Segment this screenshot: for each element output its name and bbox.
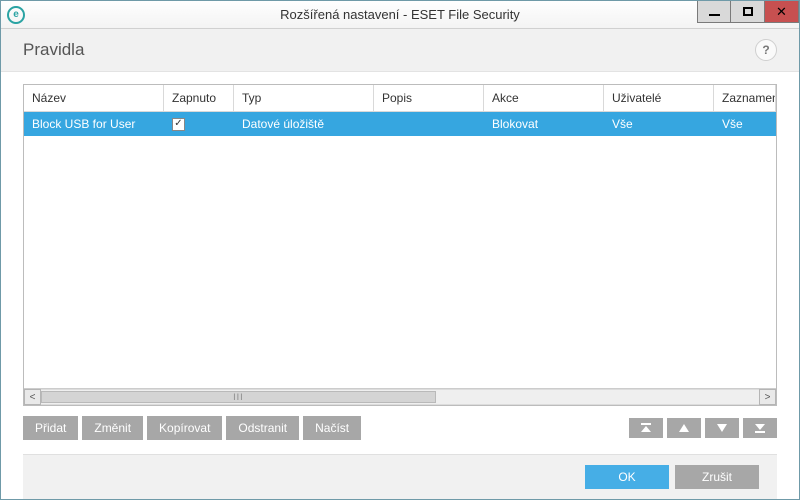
move-top-button[interactable]	[629, 418, 663, 438]
move-bottom-icon	[754, 423, 766, 433]
copy-button[interactable]: Kopírovat	[147, 416, 222, 440]
cell-type: Datové úložiště	[234, 117, 374, 131]
cell-name: Block USB for User	[24, 117, 164, 131]
delete-button[interactable]: Odstranit	[226, 416, 299, 440]
toolbar: Přidat Změnit Kopírovat Odstranit Načíst	[23, 406, 777, 440]
scroll-track[interactable]: III	[41, 389, 759, 405]
cell-action: Blokovat	[484, 117, 604, 131]
horizontal-scrollbar: < III >	[24, 388, 776, 405]
window-title: Rozšířená nastavení - ESET File Security	[1, 7, 799, 22]
app-icon: e	[7, 6, 25, 24]
cell-users: Vše	[604, 117, 714, 131]
edit-button[interactable]: Změnit	[82, 416, 143, 440]
footer: OK Zrušit	[23, 454, 777, 499]
table-header: Název Zapnuto Typ Popis Akce Uživatelé Z…	[24, 85, 776, 112]
move-down-icon	[716, 423, 728, 433]
load-button[interactable]: Načíst	[303, 416, 361, 440]
header-strip: Pravidla ?	[1, 29, 799, 72]
scroll-thumb[interactable]: III	[41, 391, 436, 403]
window: e Rozšířená nastavení - ESET File Securi…	[0, 0, 800, 500]
move-up-button[interactable]	[667, 418, 701, 438]
move-bottom-button[interactable]	[743, 418, 777, 438]
column-header-log[interactable]: Zaznamenávat od úr	[714, 85, 776, 112]
column-header-name[interactable]: Název	[24, 85, 164, 112]
maximize-button[interactable]	[731, 1, 765, 23]
table-body: Block USB for User ✓ Datové úložiště Blo…	[24, 112, 776, 388]
scroll-grip-icon: III	[233, 392, 244, 402]
cell-enabled: ✓	[164, 118, 234, 131]
cancel-button[interactable]: Zrušit	[675, 465, 759, 489]
page-title: Pravidla	[23, 40, 84, 60]
column-header-action[interactable]: Akce	[484, 85, 604, 112]
column-header-enabled[interactable]: Zapnuto	[164, 85, 234, 112]
ok-button[interactable]: OK	[585, 465, 669, 489]
rules-table: Název Zapnuto Typ Popis Akce Uživatelé Z…	[23, 84, 777, 406]
move-down-button[interactable]	[705, 418, 739, 438]
help-button[interactable]: ?	[755, 39, 777, 61]
toolbar-left: Přidat Změnit Kopírovat Odstranit Načíst	[23, 416, 361, 440]
titlebar: e Rozšířená nastavení - ESET File Securi…	[1, 1, 799, 29]
column-header-users[interactable]: Uživatelé	[604, 85, 714, 112]
add-button[interactable]: Přidat	[23, 416, 78, 440]
move-up-icon	[678, 423, 690, 433]
scroll-left-button[interactable]: <	[24, 389, 41, 405]
column-header-desc[interactable]: Popis	[374, 85, 484, 112]
enabled-checkbox[interactable]: ✓	[172, 118, 185, 131]
move-top-icon	[640, 423, 652, 433]
cell-log: Vše	[714, 117, 776, 131]
window-controls: ✕	[697, 1, 799, 28]
column-header-type[interactable]: Typ	[234, 85, 374, 112]
close-button[interactable]: ✕	[765, 1, 799, 23]
scroll-right-button[interactable]: >	[759, 389, 776, 405]
content: Název Zapnuto Typ Popis Akce Uživatelé Z…	[1, 72, 799, 499]
table-row[interactable]: Block USB for User ✓ Datové úložiště Blo…	[24, 112, 776, 136]
minimize-button[interactable]	[697, 1, 731, 23]
toolbar-right	[629, 418, 777, 438]
